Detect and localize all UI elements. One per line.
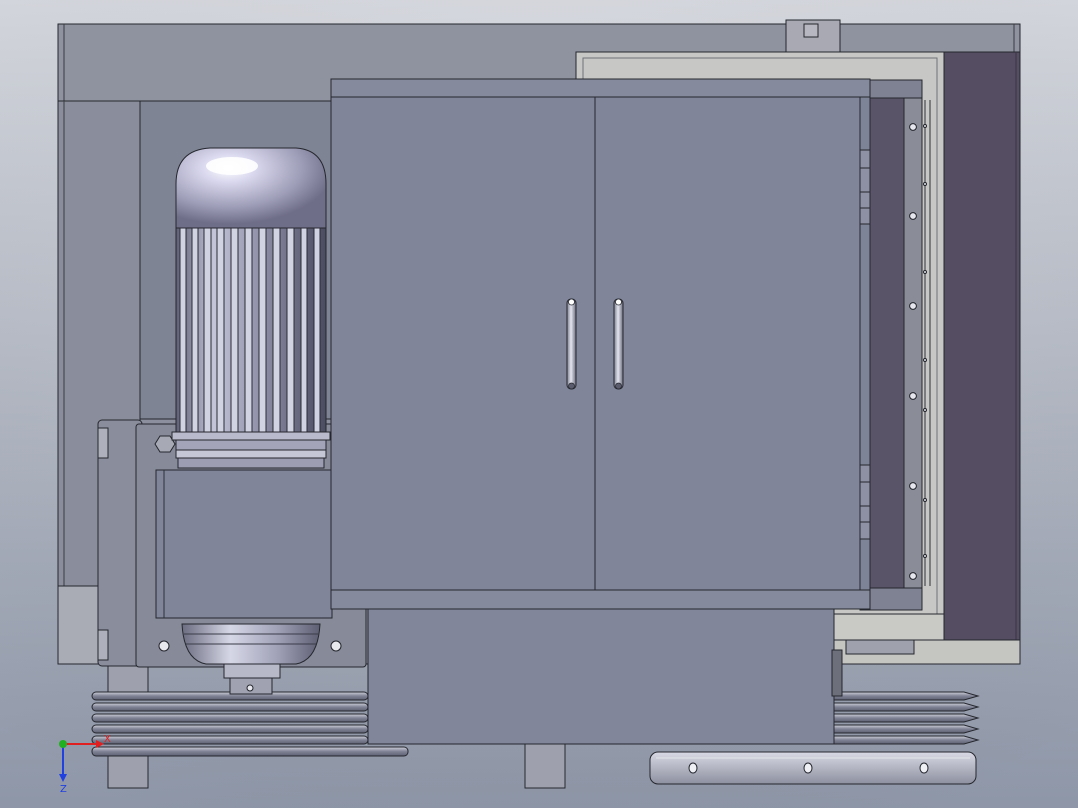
- triad-z-label: Z: [60, 784, 67, 795]
- frame-left-foot-plate: [57, 585, 103, 665]
- triad-origin: [59, 740, 67, 748]
- rail-roller-hole: [803, 762, 813, 774]
- side-cover-panel[interactable]: [943, 51, 1021, 641]
- door-handle-right[interactable]: [613, 298, 624, 390]
- rail-roller-hole: [688, 762, 698, 774]
- door-handle-left[interactable]: [566, 298, 577, 390]
- motor-highlight: [206, 157, 258, 175]
- mount-bolt: [158, 640, 170, 652]
- cabinet-door-right[interactable]: [594, 96, 861, 591]
- gear-housing[interactable]: [97, 419, 143, 667]
- triad-x-label: X: [104, 734, 111, 745]
- base-rail[interactable]: [649, 751, 977, 785]
- mount-bolt: [330, 640, 342, 652]
- rail-roller-hole: [919, 762, 929, 774]
- lower-bracket: [845, 639, 915, 655]
- cabinet-door-left[interactable]: [330, 96, 596, 591]
- cad-viewport[interactable]: X Z: [0, 0, 1078, 808]
- belt-pulley-right[interactable]: [831, 691, 980, 745]
- lower-housing[interactable]: [367, 605, 843, 745]
- exhaust-port[interactable]: [785, 19, 841, 53]
